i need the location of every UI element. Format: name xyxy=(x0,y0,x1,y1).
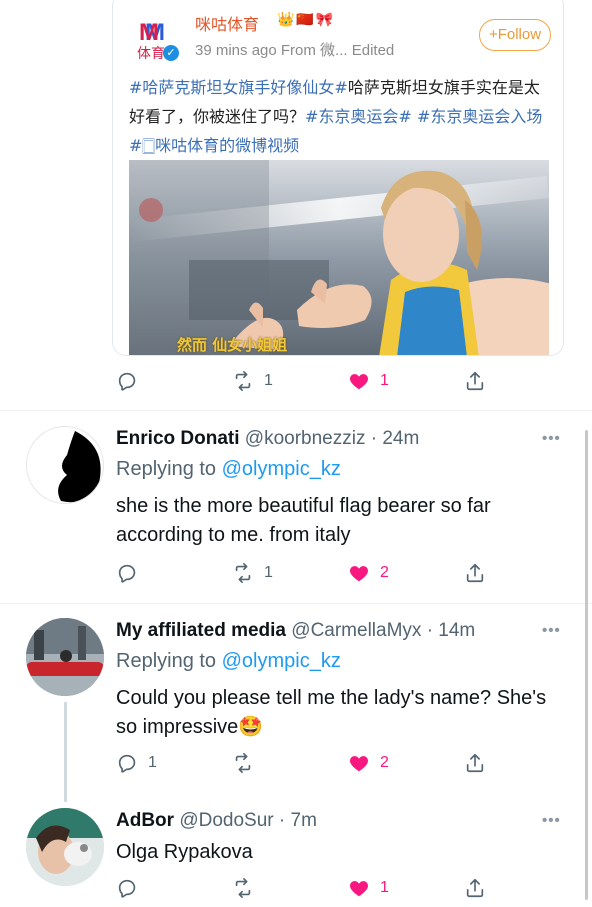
replying-label: Replying to xyxy=(116,650,222,672)
display-name[interactable]: Enrico Donati xyxy=(116,428,240,449)
more-options-button[interactable]: ••• xyxy=(542,622,561,639)
handle-and-time[interactable]: @DodoSur · 7m xyxy=(179,810,317,831)
share-icon xyxy=(466,878,484,898)
like-count: 1 xyxy=(380,879,389,896)
more-options-button[interactable]: ••• xyxy=(542,812,561,829)
reply-count: 1 xyxy=(148,754,157,771)
logo-text: 体育 xyxy=(137,46,165,62)
video-caption: 然而 仙女小姐姐 xyxy=(177,336,288,354)
avatar[interactable] xyxy=(26,808,104,886)
retweet-icon xyxy=(235,563,251,583)
replying-label: Replying to xyxy=(116,458,222,480)
display-name[interactable]: AdBor xyxy=(116,810,174,831)
reply-button[interactable] xyxy=(116,559,148,587)
avatar[interactable] xyxy=(26,618,104,696)
heart-filled-icon xyxy=(350,756,368,772)
scrollbar[interactable] xyxy=(585,430,588,900)
reply-icon xyxy=(118,879,136,898)
tweet-header: My affiliated media @CarmellaMyx · 14m xyxy=(116,620,475,642)
like-button[interactable]: 2 xyxy=(348,559,389,587)
retweet-button[interactable]: 1 xyxy=(232,559,273,587)
retweet-icon xyxy=(235,878,251,898)
tweet-header: AdBor @DodoSur · 7m xyxy=(116,810,317,832)
heart-filled-icon xyxy=(350,881,368,897)
divider xyxy=(0,603,592,604)
retweet-button[interactable] xyxy=(232,749,264,777)
reply-icon xyxy=(118,754,136,773)
tweet-header: Enrico Donati @koorbnezziz · 24m xyxy=(116,428,419,450)
handle-and-time[interactable]: @CarmellaMyx · 14m xyxy=(291,620,475,641)
weibo-hashtag[interactable]: #哈萨克斯坦女旗手好像仙女# xyxy=(129,78,348,97)
athlete-photo xyxy=(129,160,549,355)
tweet-text: she is the more beautiful flag bearer so… xyxy=(116,495,491,546)
retweet-icon xyxy=(235,753,251,773)
account-badges: 👑🇨🇳🎀 xyxy=(277,11,336,27)
reply-button[interactable]: 1 xyxy=(116,749,157,777)
divider xyxy=(0,410,592,411)
main-tweet-actions: 1 1 xyxy=(116,367,496,395)
retweet-button[interactable]: 1 xyxy=(232,367,273,395)
follow-button[interactable]: +Follow xyxy=(479,19,551,51)
replying-to-link[interactable]: @olympic_kz xyxy=(222,650,341,672)
weibo-hashtag[interactable]: 🀆咪咕体育的微博视频 xyxy=(142,136,299,155)
share-button[interactable] xyxy=(464,874,486,902)
display-name[interactable]: My affiliated media xyxy=(116,620,286,641)
avatar[interactable] xyxy=(26,426,104,504)
weibo-hashtag[interactable]: #东京奥运会# xyxy=(305,107,412,126)
tweet-text: Olga Rypakova xyxy=(116,841,253,863)
like-count: 2 xyxy=(380,754,389,771)
share-icon xyxy=(466,753,484,773)
avatar-image xyxy=(26,618,104,696)
weibo-account-name[interactable]: 咪咕体育 xyxy=(195,11,259,35)
tweet-text: Could you please tell me the lady's name… xyxy=(116,687,547,738)
retweet-count: 1 xyxy=(264,372,273,389)
weibo-post-text: #哈萨克斯坦女旗手好像仙女#哈萨克斯坦女旗手实在是太好看了，你被迷住了吗？#东京… xyxy=(129,73,553,160)
like-button[interactable]: 1 xyxy=(348,874,389,902)
avatar-image xyxy=(26,808,104,886)
reply-button[interactable] xyxy=(116,874,148,902)
replying-to: Replying to @olympic_kz xyxy=(116,458,341,481)
handle-and-time[interactable]: @koorbnezziz · 24m xyxy=(245,428,420,449)
like-count: 2 xyxy=(380,564,389,581)
reply-icon xyxy=(118,372,136,391)
share-button[interactable] xyxy=(464,749,486,777)
weibo-post-meta: 39 mins ago From 微... Edited xyxy=(195,42,395,59)
share-button[interactable] xyxy=(464,367,486,395)
more-options-button[interactable]: ••• xyxy=(542,430,561,447)
avatar-image xyxy=(58,431,101,503)
heart-filled-icon xyxy=(350,374,368,390)
like-count: 1 xyxy=(380,372,389,389)
retweet-icon xyxy=(235,371,251,391)
retweet-button[interactable] xyxy=(232,874,264,902)
reply-2-actions: 1 2 xyxy=(116,749,496,777)
embedded-weibo-card[interactable]: M M 体育 ✓ 咪咕体育 👑🇨🇳🎀 39 mins ago From 微...… xyxy=(112,0,564,356)
heart-filled-icon xyxy=(350,566,368,582)
replying-to-link[interactable]: @olympic_kz xyxy=(222,458,341,480)
share-icon xyxy=(466,563,484,583)
replying-to: Replying to @olympic_kz xyxy=(116,650,341,673)
like-button[interactable]: 2 xyxy=(348,749,389,777)
weibo-post-image[interactable]: 然而 仙女小姐姐 xyxy=(129,160,549,355)
reply-icon xyxy=(118,564,136,583)
share-icon xyxy=(466,371,484,391)
reply-3-actions: 1 xyxy=(116,874,496,902)
retweet-count: 1 xyxy=(264,564,273,581)
like-button[interactable]: 1 xyxy=(348,367,389,395)
reply-1-actions: 1 2 xyxy=(116,559,496,587)
reply-button[interactable] xyxy=(116,367,148,395)
share-button[interactable] xyxy=(464,559,486,587)
thread-connector-line xyxy=(64,702,67,802)
verified-badge-icon: ✓ xyxy=(163,45,179,61)
